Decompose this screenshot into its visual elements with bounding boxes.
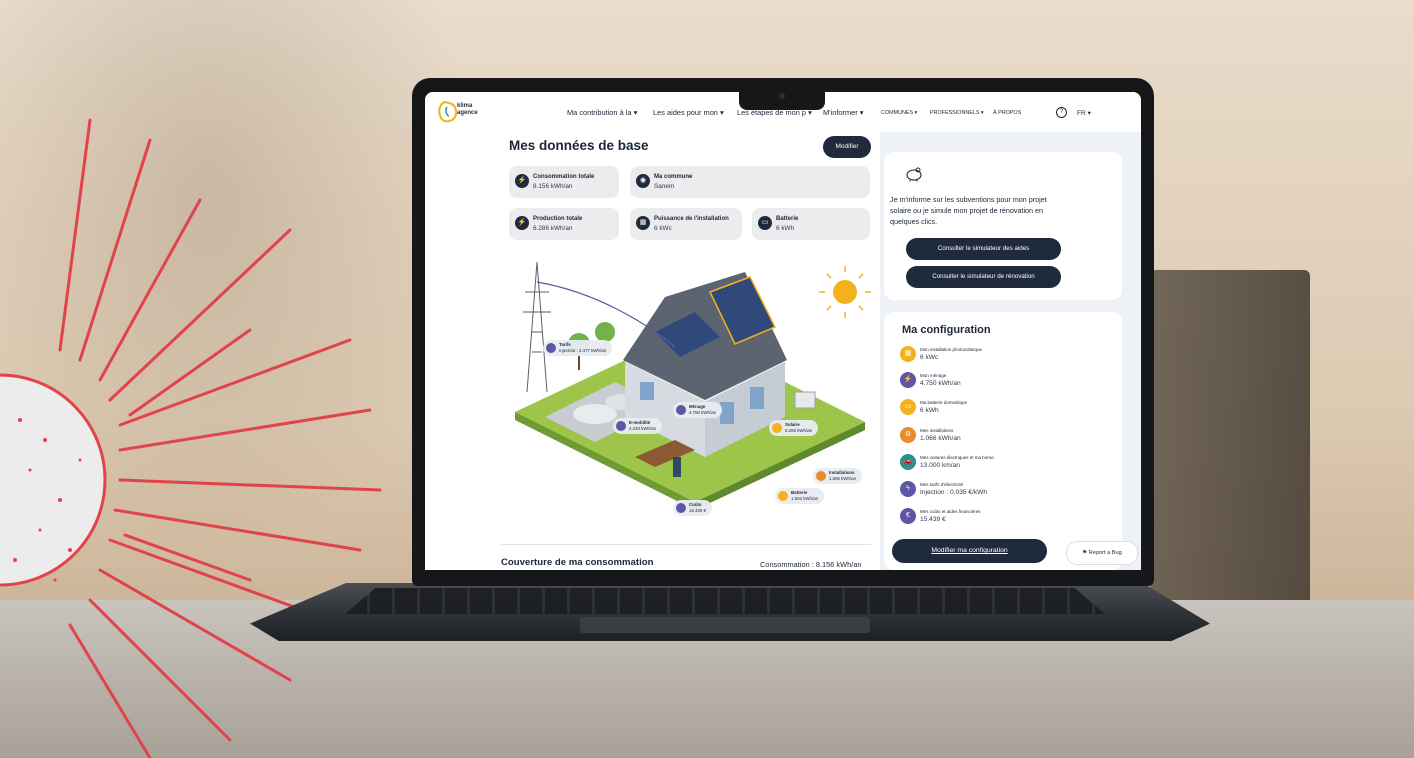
nav-item-professionnels[interactable]: PROFESSIONNELS ▾ [930, 110, 984, 116]
card-label: Ma commune [654, 174, 693, 180]
subsidy-info-card: Je m'informe sur les subventions pour mo… [884, 152, 1122, 300]
laptop-trackpad [580, 617, 870, 633]
lightning-icon [546, 343, 556, 353]
solar-panel-icon [772, 423, 782, 433]
sun-icon [819, 266, 871, 318]
modify-button[interactable]: Modifier [823, 136, 871, 158]
coins-icon: € [900, 508, 916, 524]
page-title: Mes données de base [509, 138, 649, 153]
card-commune: ◉ Ma commune Sanem [630, 166, 870, 198]
modify-configuration-button[interactable]: Modifier ma configuration [892, 539, 1047, 563]
consumption-total: Consommation : 8.156 kWh/an [760, 560, 862, 569]
card-label: Production totale [533, 216, 583, 222]
tag-tarifs[interactable]: Tarifs Injection : 2.477 kWh/an [543, 340, 613, 356]
car-icon [616, 421, 626, 431]
laptop-screen: klima agence Ma contribution à la ▾ Les a… [425, 92, 1141, 570]
tag-e-mobilite[interactable]: E-mobilité 2.240 kWh/an [613, 418, 663, 434]
tag-solaire[interactable]: Solaire 6.286 kWh/an [769, 420, 819, 436]
card-label: Puissance de l'installation [654, 216, 729, 222]
tag-installations[interactable]: Installations 1.066 kWh/an [813, 468, 863, 484]
help-icon[interactable]: ? [1056, 107, 1067, 118]
nav-item-aides[interactable]: Les aides pour mon ▾ [653, 108, 724, 117]
main-content: Mes données de base Modifier ⚡ Consommat… [425, 132, 880, 570]
laptop-keyboard [345, 588, 1105, 614]
lightning-icon: ϟ [900, 481, 916, 497]
configuration-title: Ma configuration [902, 324, 991, 336]
aids-simulator-button[interactable]: Consulter le simulateur des aides [906, 238, 1061, 260]
card-value: 6 kWc [654, 225, 672, 232]
nav-item-a-propos[interactable]: À PROPOS [993, 110, 1021, 116]
nav-item-contribution[interactable]: Ma contribution à la ▾ [567, 108, 637, 117]
chevron-down-icon: ▾ [859, 108, 864, 117]
section-divider [501, 544, 871, 545]
sidebar: Je m'informe sur les subventions pour mo… [880, 132, 1141, 570]
battery-icon [778, 491, 788, 501]
appliance-icon: ⚙ [900, 427, 916, 443]
card-consommation: ⚡ Consommation totale 8.156 kWh/an [509, 166, 619, 198]
card-label: Batterie [776, 216, 799, 222]
card-puissance: ▦ Puissance de l'installation 6 kWc [630, 208, 742, 240]
flag-icon: ⚑ [1082, 550, 1089, 556]
solar-panel-icon: ▦ [900, 346, 916, 362]
sunburst-decoration [0, 118, 382, 758]
tag-batterie[interactable]: Batterie 1.502 kWh/an [775, 488, 825, 504]
nav-item-communes[interactable]: COMMUNES ▾ [881, 110, 917, 116]
chevron-down-icon: ▾ [719, 108, 724, 117]
logo-text: klima agence [457, 103, 478, 116]
configuration-card: Ma configuration ▦ Mon installation phot… [884, 312, 1122, 570]
battery-icon: ▭ [900, 399, 916, 415]
location-pin-icon: ◉ [636, 174, 650, 188]
language-selector[interactable]: FR ▾ [1077, 109, 1091, 117]
solar-panel-icon: ▦ [636, 216, 650, 230]
coverage-title: Couverture de ma consommation [501, 557, 654, 568]
report-bug-button[interactable]: ⚑ Report a Bug [1066, 541, 1138, 565]
car-icon: 🚗 [900, 454, 916, 470]
card-batterie: ▭ Batterie 6 kWh [752, 208, 870, 240]
battery-icon: ▭ [758, 216, 772, 230]
camera-icon [779, 93, 785, 99]
coins-icon [676, 503, 686, 513]
house-meter-icon [676, 405, 686, 415]
renovation-simulator-button[interactable]: Consulter le simulateur de rénovation [906, 266, 1061, 288]
subsidy-info-text: Je m'informe sur les subventions pour mo… [890, 195, 1047, 226]
card-production: ⚡ Production totale 6.286 kWh/an [509, 208, 619, 240]
tag-menage[interactable]: Ménage 4.750 kWh/an [673, 402, 723, 418]
house-meter-icon: ⚡ [900, 372, 916, 388]
card-value: Sanem [654, 183, 675, 190]
meter-icon: ⚡ [515, 174, 529, 188]
nav-item-informer[interactable]: M'informer ▾ [823, 108, 863, 117]
tag-couts[interactable]: Coûts 15.439 € [673, 500, 713, 516]
background-shadow-panel [1150, 270, 1310, 630]
piggy-bank-icon [906, 167, 922, 182]
card-value: 8.156 kWh/an [533, 183, 573, 190]
power-pylon [523, 261, 551, 393]
chevron-down-icon: ▾ [633, 108, 638, 117]
appliance-icon [816, 471, 826, 481]
card-label: Consommation totale [533, 174, 595, 180]
card-value: 6.286 kWh/an [533, 225, 573, 232]
card-value: 6 kWh [776, 225, 795, 232]
production-icon: ⚡ [515, 216, 529, 230]
